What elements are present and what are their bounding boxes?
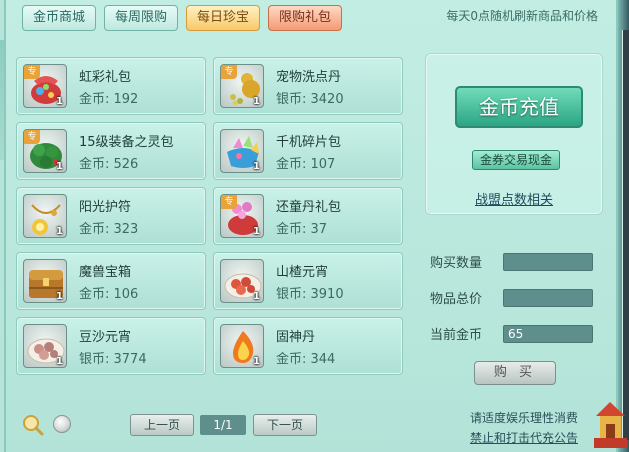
item-name: 固神丹: [276, 330, 316, 345]
item-quantity: 1: [253, 226, 260, 237]
refresh-notice: 每天0点随机刷新商品和价格: [446, 9, 598, 23]
anti-proxy-recharge-link[interactable]: 禁止和打击代充公告: [470, 429, 578, 446]
item-quantity: 1: [56, 356, 63, 367]
page-indicator: 1/1: [200, 415, 246, 435]
crystal-shard-bag-icon: 1: [220, 129, 264, 173]
treasure-pavilion-icon[interactable]: [592, 396, 629, 452]
total-price-field: [503, 289, 593, 307]
gold-coupon-exchange-button[interactable]: 金券交易现金: [472, 150, 560, 170]
item-name: 还童丹礼包: [276, 200, 342, 215]
quantity-label: 购买数量: [430, 256, 483, 271]
shop-item[interactable]: 1 魔兽宝箱 金币: 106: [16, 252, 206, 310]
exclusive-tag: 专: [24, 130, 40, 144]
item-price: 金币: 192: [79, 92, 139, 107]
tab-gold-mall[interactable]: 金币商城: [22, 5, 97, 31]
gold-recharge-button[interactable]: 金币充值: [455, 86, 583, 128]
shop-item[interactable]: 专 1 15级装备之灵包 金币: 526: [16, 122, 206, 180]
shop-item[interactable]: 专 1 还童丹礼包 金币: 37: [213, 187, 403, 245]
fire-pill-icon: 1: [220, 324, 264, 368]
item-price: 金币: 344: [276, 352, 336, 367]
tab-bar: 金币商城 每周限购 每日珍宝 限购礼包: [22, 5, 343, 31]
item-quantity: 1: [56, 161, 63, 172]
next-page-button[interactable]: 下一页: [253, 414, 317, 436]
item-quantity: 1: [253, 161, 260, 172]
indicator-dot-icon[interactable]: [53, 415, 71, 433]
item-name: 虹彩礼包: [79, 70, 132, 85]
rainbow-giftbag-icon: 专 1: [23, 64, 67, 108]
item-name: 魔兽宝箱: [79, 265, 132, 280]
item-quantity: 1: [253, 96, 260, 107]
tab-daily-treasure[interactable]: 每日珍宝: [186, 5, 261, 31]
current-gold-field: 65: [503, 325, 593, 343]
exclusive-tag: 专: [221, 195, 237, 209]
shop-item[interactable]: 1 阳光护符 金币: 323: [16, 187, 206, 245]
item-price: 金币: 323: [79, 222, 139, 237]
exclusive-tag: 专: [221, 65, 237, 79]
item-quantity: 1: [253, 291, 260, 302]
item-name: 豆沙元宵: [79, 330, 132, 345]
item-name: 15级装备之灵包: [79, 135, 174, 150]
item-name: 山楂元宵: [276, 265, 329, 280]
quantity-field[interactable]: [503, 253, 593, 271]
exclusive-tag: 专: [24, 65, 40, 79]
rejuvenation-giftbag-icon: 专 1: [220, 194, 264, 238]
buy-button[interactable]: 购 买: [474, 361, 556, 385]
recharge-panel: 金币充值 金券交易现金 战盟点数相关: [425, 53, 603, 215]
item-price: 金币: 106: [79, 287, 139, 302]
item-name: 宠物洗点丹: [276, 70, 342, 85]
alliance-points-link[interactable]: 战盟点数相关: [475, 189, 553, 208]
item-price: 金币: 526: [79, 157, 139, 172]
item-price: 金币: 37: [276, 222, 328, 237]
item-quantity: 1: [56, 96, 63, 107]
shop-item[interactable]: 1 千机碎片包 金币: 107: [213, 122, 403, 180]
green-spirit-bag-icon: 专 1: [23, 129, 67, 173]
redbean-dumplings-icon: 1: [23, 324, 67, 368]
sun-amulet-icon: 1: [23, 194, 67, 238]
item-name: 千机碎片包: [276, 135, 342, 150]
shop-item[interactable]: 专 1 宠物洗点丹 银币: 3420: [213, 57, 403, 115]
shop-window: 金币商城 每周限购 每日珍宝 限购礼包 每天0点随机刷新商品和价格 专 1 虹彩…: [0, 0, 629, 452]
treasure-chest-icon: 1: [23, 259, 67, 303]
shop-item[interactable]: 1 豆沙元宵 银币: 3774: [16, 317, 206, 375]
item-quantity: 1: [56, 226, 63, 237]
item-price: 银币: 3910: [276, 287, 344, 302]
shop-item[interactable]: 专 1 虹彩礼包 金币: 192: [16, 57, 206, 115]
hawthorn-dumplings-icon: 1: [220, 259, 264, 303]
prev-page-button[interactable]: 上一页: [130, 414, 194, 436]
tab-weekly-limited[interactable]: 每周限购: [104, 5, 179, 31]
item-price: 银币: 3774: [79, 352, 147, 367]
pet-pill-gourd-icon: 专 1: [220, 64, 264, 108]
shop-item[interactable]: 1 固神丹 金币: 344: [213, 317, 403, 375]
item-price: 金币: 107: [276, 157, 336, 172]
item-name: 阳光护符: [79, 200, 132, 215]
item-price: 银币: 3420: [276, 92, 344, 107]
item-quantity: 1: [56, 291, 63, 302]
rational-spending-notice: 请适度娱乐理性消费: [469, 411, 578, 425]
shop-item[interactable]: 1 山楂元宵 银币: 3910: [213, 252, 403, 310]
total-price-label: 物品总价: [430, 292, 483, 307]
magnifier-icon[interactable]: [22, 414, 44, 436]
right-border-decoration: [618, 0, 629, 452]
item-quantity: 1: [253, 356, 260, 367]
current-gold-label: 当前金币: [430, 328, 483, 343]
tab-limited-giftpack[interactable]: 限购礼包: [268, 5, 343, 31]
